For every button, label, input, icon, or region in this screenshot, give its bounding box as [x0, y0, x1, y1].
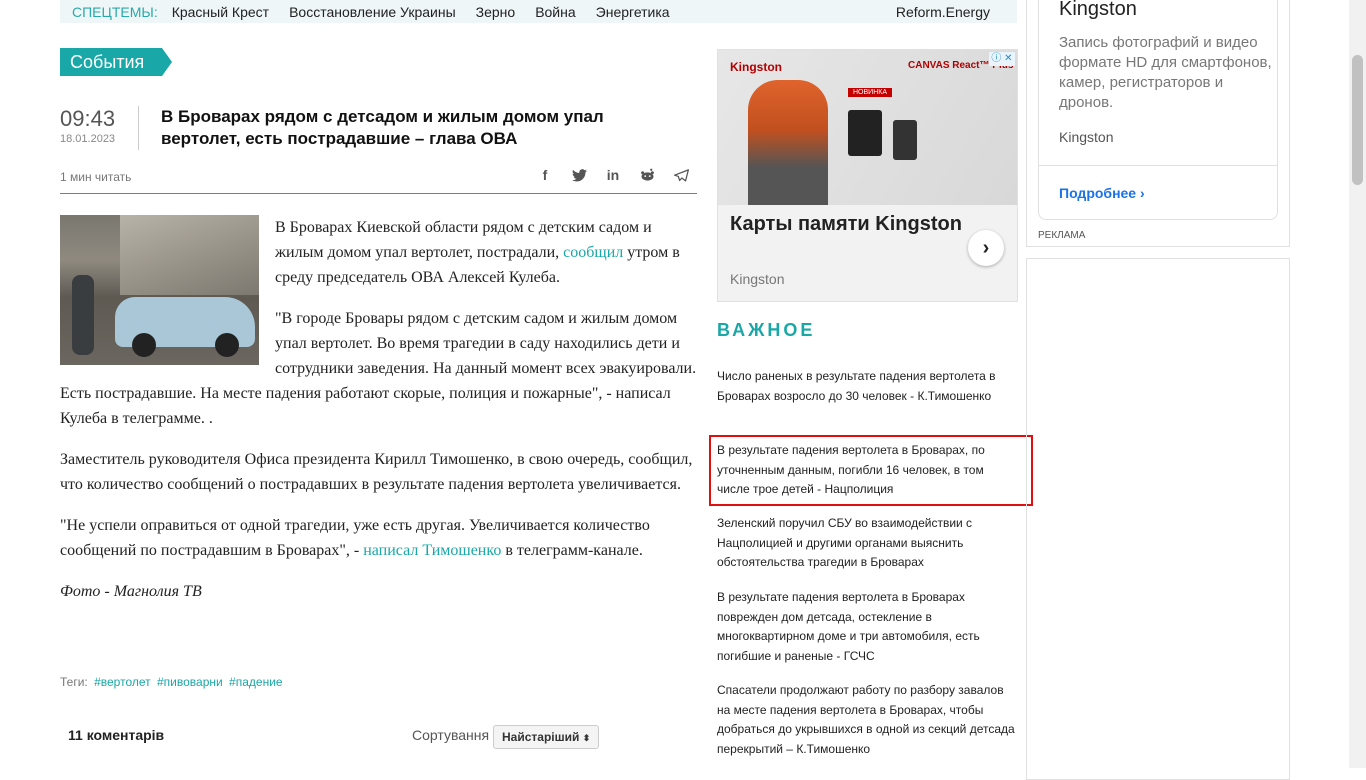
tag-link[interactable]: #пивоварни [157, 675, 223, 689]
important-heading: ВАЖНОЕ [717, 320, 816, 340]
article-time: 09:43 [60, 106, 116, 131]
tag-link[interactable]: #падение [229, 675, 283, 689]
article-date: 18.01.2023 [60, 133, 116, 145]
news-item[interactable]: Спасатели продолжают работу по разбору з… [717, 681, 1017, 759]
photo-credit: Фото - Магнолия ТВ [60, 583, 202, 600]
comments-count: 11 коментарів [68, 727, 165, 743]
source-link[interactable]: сообщил [563, 244, 623, 261]
right-ad-description: Запись фотографий и видео формате HD для… [1059, 34, 1272, 111]
source-link[interactable]: написал Тимошенко [363, 542, 501, 559]
twitter-icon[interactable] [569, 165, 589, 185]
section-tag[interactable]: События [60, 48, 173, 76]
read-time: 1 мин читать [60, 170, 132, 184]
header-rule [60, 193, 697, 194]
sort-chevron-icon: ⬍ [582, 733, 591, 743]
tags-label: Теги: [60, 675, 88, 689]
facebook-icon[interactable]: f [535, 165, 555, 185]
topic-link[interactable]: Красный Крест [172, 4, 269, 20]
ad-info-icon[interactable]: ⓘ ✕ [989, 52, 1015, 66]
news-item[interactable]: Число раненых в результате падения верто… [717, 367, 1017, 406]
share-bar: f in [535, 165, 691, 185]
sort-label: Сортування [412, 727, 490, 743]
scrollbar-thumb[interactable] [1352, 55, 1363, 185]
article-paragraph: "Не успели оправиться от одной трагедии,… [60, 517, 650, 559]
tag-link[interactable]: #вертолет [94, 675, 151, 689]
sidebar-ad[interactable]: Kingston CANVAS React™ Plus НОВИНКА ⓘ ✕ … [717, 49, 1018, 302]
tags-row: Теги: #вертолет #пивоварни #падение [60, 675, 283, 689]
right-ad: Kingston Запись фотографий и видео форма… [1026, 0, 1290, 247]
linkedin-icon[interactable]: in [603, 165, 623, 185]
right-ad-card[interactable]: Kingston Запись фотографий и видео форма… [1038, 0, 1278, 220]
special-topics-bar: СПЕЦТЕМЫ: Красный Крест Восстановление У… [60, 0, 1017, 23]
topic-link-reform-energy[interactable]: Reform.Energy [896, 4, 990, 20]
article-title: В Броварах рядом с детсадом и жилым домо… [161, 107, 604, 148]
topic-link[interactable]: Энергетика [596, 4, 670, 20]
article-photo[interactable] [60, 215, 259, 365]
right-ad-placeholder [1026, 258, 1290, 780]
ad-advertiser: Kingston [730, 271, 785, 287]
topic-link[interactable]: Восстановление Украины [289, 4, 456, 20]
right-ad-brand: Kingston [1059, 129, 1114, 145]
scrollbar[interactable] [1349, 0, 1366, 768]
ad-next-arrow-icon[interactable]: › [968, 230, 1004, 266]
telegram-icon[interactable] [671, 165, 691, 185]
topic-link[interactable]: Зерно [476, 4, 516, 20]
header-divider [138, 106, 139, 150]
news-item[interactable]: Зеленский поручил СБУ во взаимодействии … [717, 514, 1017, 573]
ad-image[interactable]: Kingston CANVAS React™ Plus НОВИНКА [718, 50, 1017, 205]
ad-label: РЕКЛАМА [1038, 230, 1086, 241]
special-topics-label: СПЕЦТЕМЫ: [72, 3, 158, 20]
sort-select[interactable]: Найстаріший ⬍ [493, 725, 600, 749]
ad-brand-logo: Kingston [730, 60, 782, 74]
right-ad-title[interactable]: Kingston [1059, 0, 1137, 21]
news-item[interactable]: В результате падения вертолета в Бровара… [717, 588, 1017, 666]
highlight-box [709, 435, 1033, 506]
chevron-right-icon: › [1140, 185, 1145, 201]
article-paragraph: Заместитель руководителя Офиса президент… [60, 451, 693, 493]
topic-link[interactable]: Война [535, 4, 575, 20]
ad-headline[interactable]: Карты памяти Kingston [730, 210, 970, 239]
reddit-icon[interactable] [637, 165, 657, 185]
more-button[interactable]: Подробнее › [1059, 185, 1145, 201]
ad-badge: НОВИНКА [848, 88, 893, 97]
article-body: В Броварах Киевской области рядом с детс… [60, 215, 697, 620]
